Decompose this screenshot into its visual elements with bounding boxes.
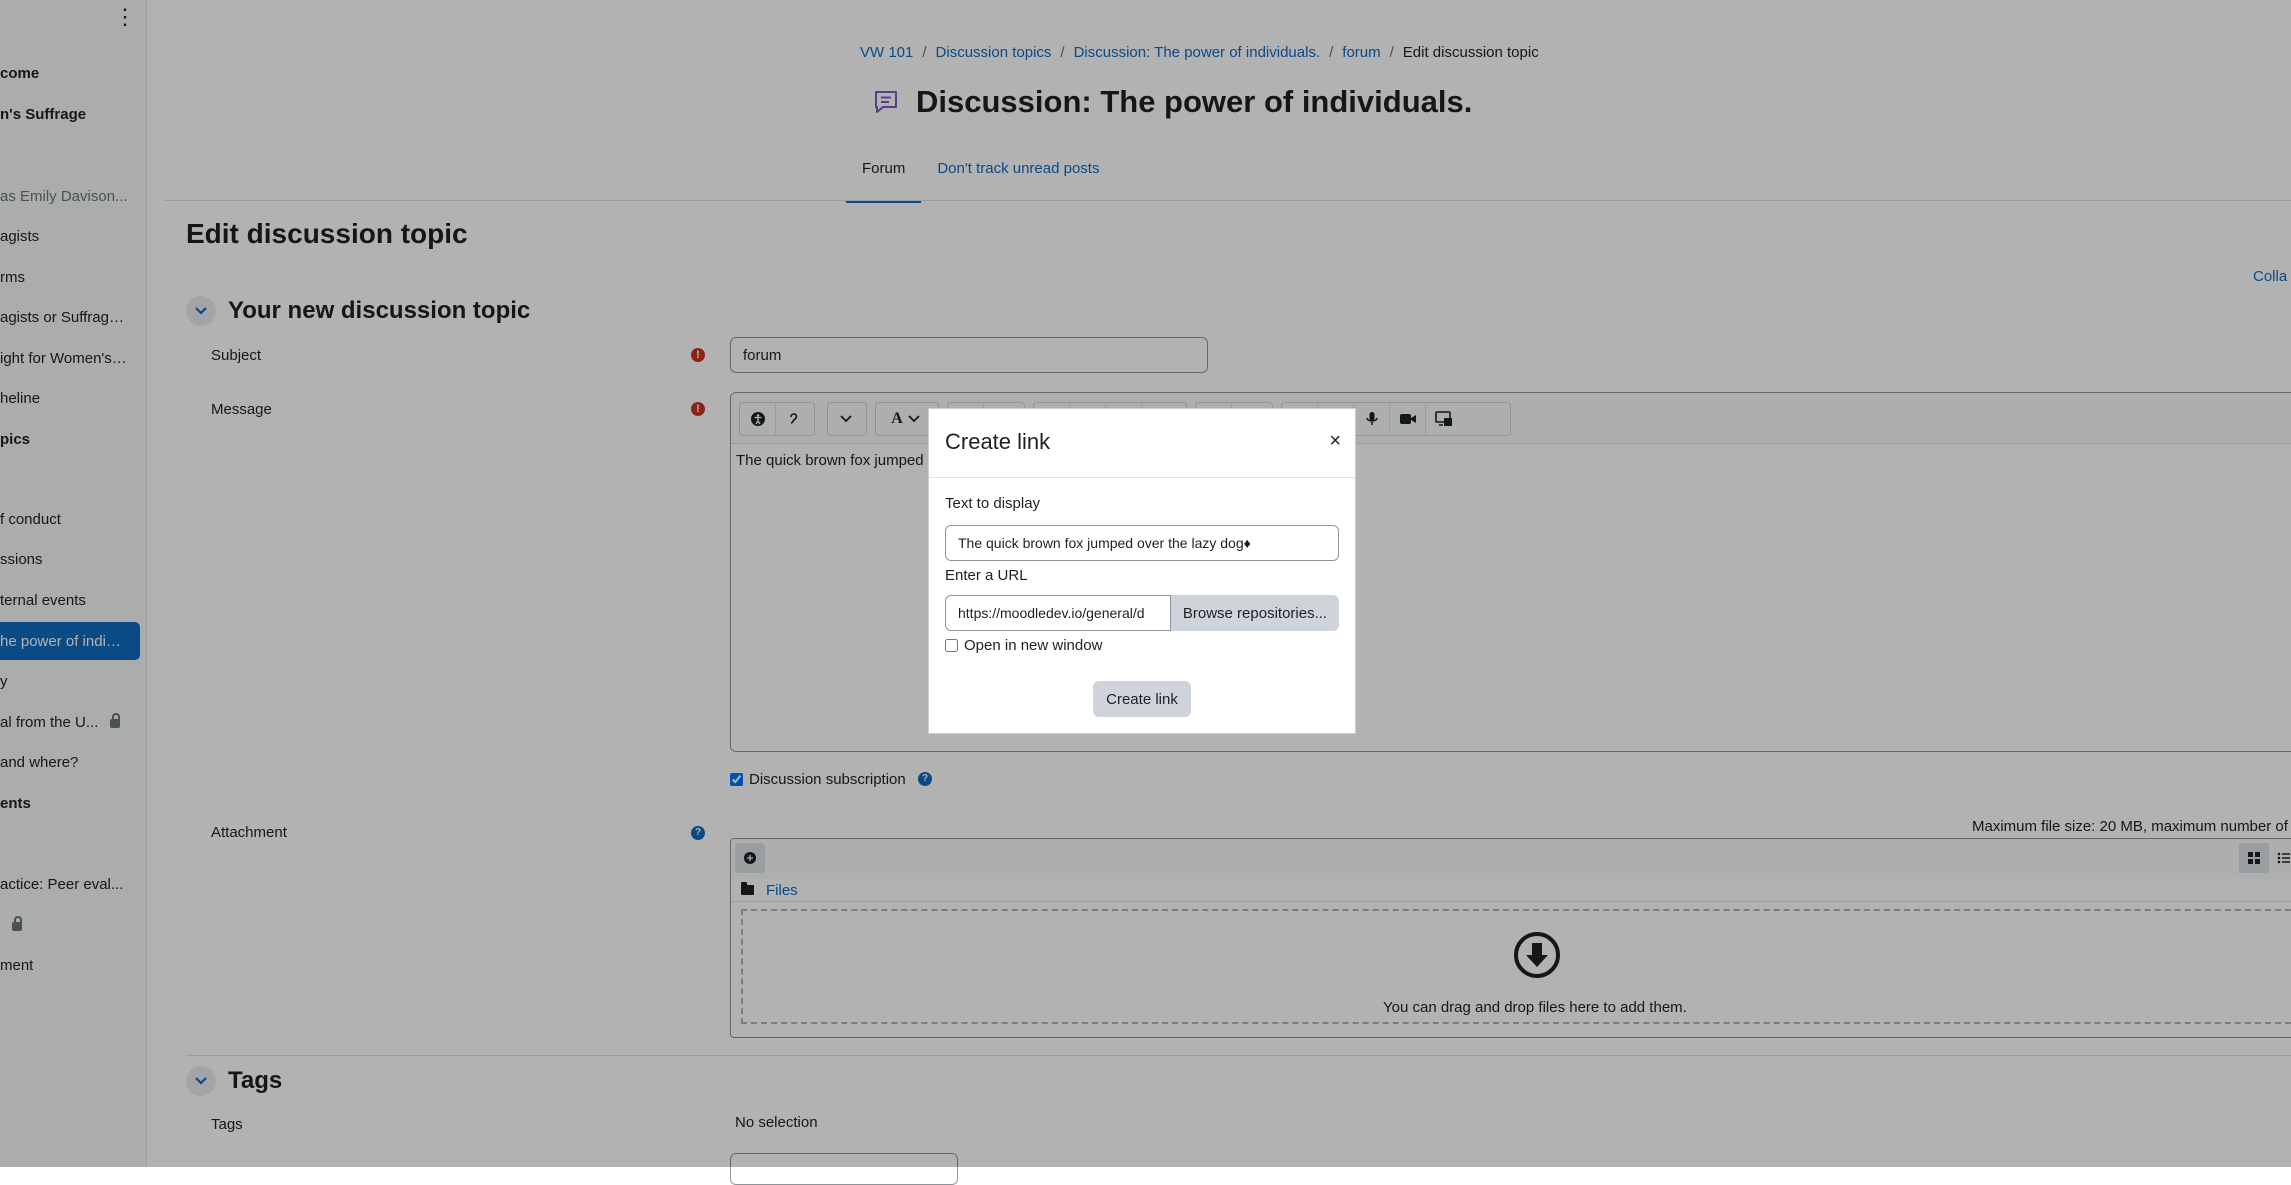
create-link-dialog: Create link × Text to display Enter a UR… [928,408,1356,734]
url-label: Enter a URL [945,567,1028,584]
url-input[interactable] [945,595,1171,631]
page: ⋮ come n's Suffrage as Emily Davison... agi… [0,0,2291,1185]
text-to-display-input[interactable] [945,525,1339,561]
browse-repositories-button[interactable]: Browse repositories... [1171,595,1339,631]
open-new-window-checkbox[interactable] [945,639,958,652]
text-to-display-label: Text to display [945,495,1041,512]
modal-title: Create link [945,429,1051,454]
open-new-window[interactable]: Open in new window [945,637,1102,654]
create-link-button[interactable]: Create link [1093,681,1191,717]
modal-header: Create link × [929,409,1355,478]
close-icon[interactable]: × [1329,431,1341,451]
open-new-window-label: Open in new window [964,637,1103,654]
